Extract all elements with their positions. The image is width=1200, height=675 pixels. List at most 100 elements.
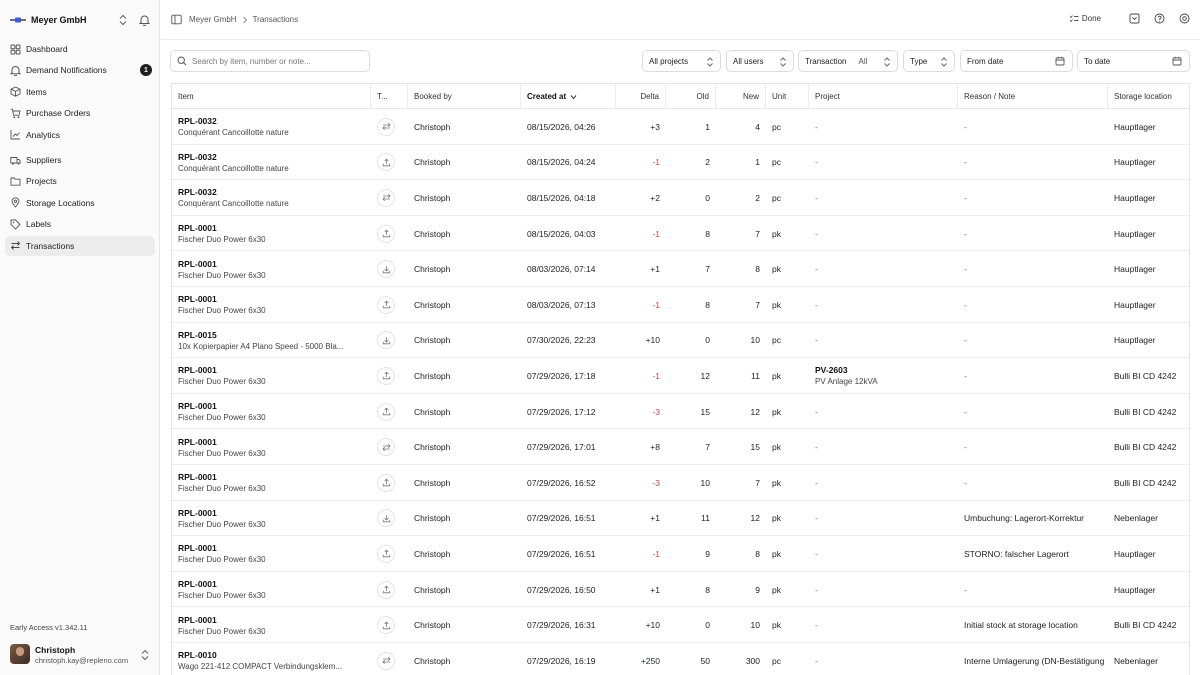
unit: pk (772, 548, 781, 559)
item-number[interactable]: RPL-0001 (178, 259, 371, 269)
item-number[interactable]: RPL-0001 (178, 223, 371, 233)
column-header-unit[interactable]: Unit (766, 84, 809, 109)
cell: 7 (716, 287, 766, 323)
item-number[interactable]: RPL-0032 (178, 152, 371, 162)
cell: 07/29/2026, 17:12 (521, 394, 616, 430)
breadcrumb-org[interactable]: Meyer GmbH (189, 15, 237, 24)
sidebar-item-items[interactable]: Items (5, 82, 155, 102)
item-number[interactable]: RPL-0001 (178, 294, 371, 304)
bell-icon[interactable] (139, 14, 150, 26)
item-number[interactable]: RPL-0001 (178, 472, 371, 482)
chevron-updown-icon (779, 57, 787, 67)
sidebar-item-storage-locations[interactable]: Storage Locations (5, 193, 155, 213)
sidebar-item-projects[interactable]: Projects (5, 171, 155, 191)
table-row[interactable]: RPL-0001 Fischer Duo Power 6x30 Christoph 0… (172, 394, 1189, 430)
item-number[interactable]: RPL-0015 (178, 330, 371, 340)
item-number[interactable]: RPL-0010 (178, 650, 371, 660)
sidebar-item-purchase-orders[interactable]: Purchase Orders (5, 103, 155, 123)
table-row[interactable]: RPL-0001 Fischer Duo Power 6x30 Christoph 0… (172, 287, 1189, 323)
delta-value: +2 (650, 192, 660, 203)
table-row[interactable]: RPL-0001 Fischer Duo Power 6x30 Christoph 0… (172, 607, 1189, 643)
column-header-type[interactable]: T... (371, 84, 408, 109)
column-header-item[interactable]: Item (172, 84, 371, 109)
column-header-created-at[interactable]: Created at (521, 84, 616, 109)
column-header-delta[interactable]: Delta (616, 84, 666, 109)
table-row[interactable]: RPL-0015 10x Kopierpapier A4 Plano Speed … (172, 323, 1189, 359)
table-row[interactable]: RPL-0001 Fischer Duo Power 6x30 Christoph 0… (172, 572, 1189, 608)
transaction-filter[interactable]: Transaction All (798, 50, 898, 72)
cell (371, 643, 408, 675)
table-row[interactable]: RPL-0001 Fischer Duo Power 6x30 Christoph 0… (172, 465, 1189, 501)
table-row[interactable]: RPL-0001 Fischer Duo Power 6x30 Christoph 0… (172, 251, 1189, 287)
item-number[interactable]: RPL-0001 (178, 579, 371, 589)
table-row[interactable]: RPL-0032 Conquérant Cancoillotte nature Ch… (172, 145, 1189, 181)
table-row[interactable]: RPL-0001 Fischer Duo Power 6x30 Christoph 0… (172, 429, 1189, 465)
table-row[interactable]: RPL-0010 Wago 221-412 COMPACT Verbindungs… (172, 643, 1189, 675)
column-header-project[interactable]: Project (809, 84, 958, 109)
upload-icon (377, 580, 395, 599)
table-row[interactable]: RPL-0032 Conquérant Cancoillotte nature Ch… (172, 180, 1189, 216)
cell: RPL-0032 Conquérant Cancoillotte nature (172, 109, 371, 145)
column-header-storage-location[interactable]: Storage location (1108, 84, 1189, 109)
sidebar-toggle-icon[interactable] (171, 14, 182, 25)
item-number[interactable]: RPL-0001 (178, 365, 371, 375)
done-button[interactable]: Done (1069, 14, 1101, 24)
item-number[interactable]: RPL-0032 (178, 187, 371, 197)
help-icon[interactable] (1154, 13, 1165, 24)
old-value: 0 (705, 335, 710, 346)
chevron-updown-icon[interactable] (140, 649, 150, 661)
chevron-updown-icon[interactable] (118, 14, 128, 26)
table-row[interactable]: RPL-0001 Fischer Duo Power 6x30 Christoph 0… (172, 358, 1189, 394)
projects-filter[interactable]: All projects (642, 50, 721, 72)
booked-by: Christoph (414, 228, 451, 239)
sidebar-item-labels[interactable]: Labels (5, 214, 155, 234)
cell: -1 (616, 287, 666, 323)
sidebar-item-demand-notifications[interactable]: Demand Notifications 1 (5, 60, 155, 80)
table-row[interactable]: RPL-0001 Fischer Duo Power 6x30 Christoph 0… (172, 501, 1189, 537)
column-header-reason[interactable]: Reason / Note (958, 84, 1108, 109)
cell: Nebenlager (1108, 501, 1189, 537)
users-filter[interactable]: All users (726, 50, 794, 72)
cell: - (958, 180, 1108, 216)
support-icon[interactable] (1179, 13, 1190, 24)
cell: -1 (616, 536, 666, 572)
feedback-icon[interactable] (1129, 13, 1140, 24)
table-row[interactable]: RPL-0001 Fischer Duo Power 6x30 Christoph 0… (172, 216, 1189, 252)
table-row[interactable]: RPL-0032 Conquérant Cancoillotte nature Ch… (172, 109, 1189, 145)
column-header-booked-by[interactable]: Booked by (408, 84, 521, 109)
column-header-old[interactable]: Old (666, 84, 716, 109)
org-switcher[interactable]: Meyer GmbH (10, 11, 152, 29)
new-value: 12 (750, 513, 760, 524)
reason-note: - (964, 335, 967, 346)
item-number[interactable]: RPL-0001 (178, 508, 371, 518)
unit: pc (772, 157, 781, 168)
item-number[interactable]: RPL-0032 (178, 116, 371, 126)
search-input[interactable] (192, 56, 362, 66)
table-row[interactable]: RPL-0001 Fischer Duo Power 6x30 Christoph 0… (172, 536, 1189, 572)
to-date-picker[interactable]: To date (1077, 50, 1190, 72)
created-at: 07/29/2026, 16:51 (527, 548, 596, 559)
cell: +250 (616, 643, 666, 675)
from-date-picker[interactable]: From date (960, 50, 1073, 72)
cell: RPL-0001 Fischer Duo Power 6x30 (172, 572, 371, 608)
user-menu[interactable]: Christoph christoph.kay@repleno.com (10, 644, 152, 666)
sidebar-nav-secondary: Suppliers Projects Storage Locations Lab… (5, 150, 155, 257)
item-number[interactable]: RPL-0001 (178, 401, 371, 411)
sidebar-item-dashboard[interactable]: Dashboard (5, 39, 155, 59)
column-header-new[interactable]: New (716, 84, 766, 109)
sidebar-item-transactions[interactable]: Transactions (5, 235, 155, 256)
type-filter[interactable]: Type (903, 50, 955, 72)
unit: pc (772, 192, 781, 203)
sidebar-item-suppliers[interactable]: Suppliers (5, 150, 155, 170)
cell: Christoph (408, 465, 521, 501)
item-number[interactable]: RPL-0001 (178, 437, 371, 447)
item-name: Wago 221-412 COMPACT Verbindungsklem... (178, 662, 342, 672)
project-number: - (815, 406, 818, 417)
item-number[interactable]: RPL-0001 (178, 543, 371, 553)
unit: pk (772, 584, 781, 595)
search-box[interactable] (170, 50, 370, 72)
item-number[interactable]: RPL-0001 (178, 615, 371, 625)
cell: 08/15/2026, 04:26 (521, 109, 616, 145)
project-number[interactable]: PV-2603 (815, 365, 958, 375)
sidebar-item-analytics[interactable]: Analytics (5, 125, 155, 145)
